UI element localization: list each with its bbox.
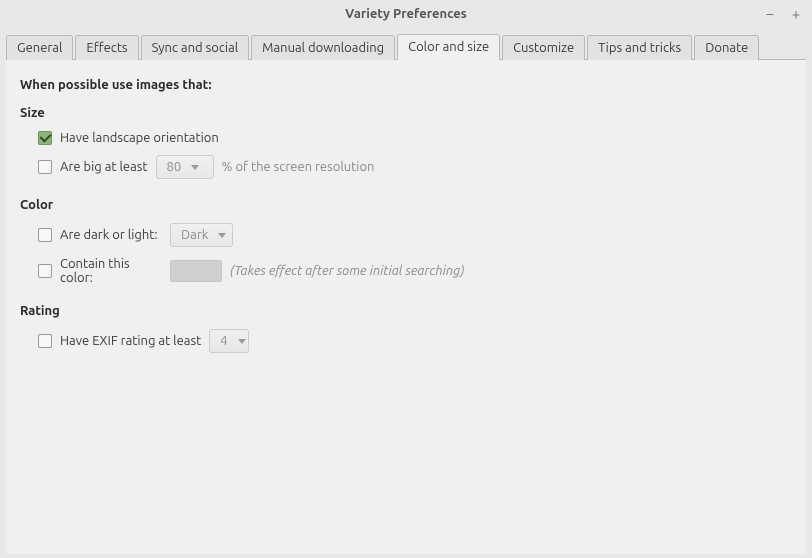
label-exif-rating: Have EXIF rating at least (60, 334, 201, 348)
color-swatch[interactable] (170, 260, 222, 282)
row-contain-color: Contain this color: (Takes effect after … (20, 252, 792, 290)
chevron-down-icon (238, 339, 246, 344)
row-big-at-least: Are big at least 80 % of the screen reso… (20, 150, 792, 184)
tab-tips-and-tricks[interactable]: Tips and tricks (587, 35, 692, 60)
section-title-size: Size (20, 106, 792, 120)
checkbox-landscape[interactable] (38, 131, 52, 145)
window-controls: − + (762, 0, 804, 27)
window-title: Variety Preferences (345, 7, 467, 21)
titlebar: Variety Preferences − + (0, 0, 812, 27)
label-dark-or-light: Are dark or light: (60, 228, 162, 242)
checkbox-dark-or-light[interactable] (38, 228, 52, 242)
tab-general[interactable]: General (6, 35, 73, 60)
tab-panel-color-and-size: When possible use images that: Size Have… (6, 59, 806, 554)
checkbox-exif-rating[interactable] (38, 334, 52, 348)
tab-customize[interactable]: Customize (502, 35, 585, 60)
section-title-rating: Rating (20, 304, 792, 318)
combo-exif-rating-value: 4 (220, 334, 227, 348)
tab-manual-downloading[interactable]: Manual downloading (251, 35, 395, 60)
tab-sync-and-social[interactable]: Sync and social (141, 35, 250, 60)
minimize-button[interactable]: − (762, 5, 778, 22)
label-landscape: Have landscape orientation (60, 131, 219, 145)
combo-dark-or-light-value: Dark (181, 228, 208, 242)
hint-contain-color: (Takes effect after some initial searchi… (230, 264, 464, 278)
tab-effects[interactable]: Effects (75, 35, 138, 60)
tab-color-and-size[interactable]: Color and size (397, 34, 500, 60)
hint-big-percent: % of the screen resolution (222, 160, 375, 174)
combo-exif-rating[interactable]: 4 (209, 329, 249, 353)
row-landscape: Have landscape orientation (20, 126, 792, 150)
chevron-down-icon (191, 165, 199, 170)
combo-dark-or-light[interactable]: Dark (170, 223, 233, 247)
tab-donate[interactable]: Donate (694, 35, 759, 60)
combo-big-percent-value: 80 (167, 160, 182, 174)
combo-big-percent[interactable]: 80 (156, 155, 214, 179)
page-heading: When possible use images that: (20, 78, 792, 92)
row-dark-or-light: Are dark or light: Dark (20, 218, 792, 252)
label-contain-color: Contain this color: (60, 257, 162, 285)
label-big-at-least: Are big at least (60, 160, 148, 174)
chevron-down-icon (218, 233, 226, 238)
checkbox-contain-color[interactable] (38, 264, 52, 278)
section-title-color: Color (20, 198, 792, 212)
row-exif-rating: Have EXIF rating at least 4 (20, 324, 792, 358)
maximize-button[interactable]: + (788, 5, 804, 22)
tabbar: General Effects Sync and social Manual d… (0, 27, 812, 59)
checkbox-big-at-least[interactable] (38, 160, 52, 174)
